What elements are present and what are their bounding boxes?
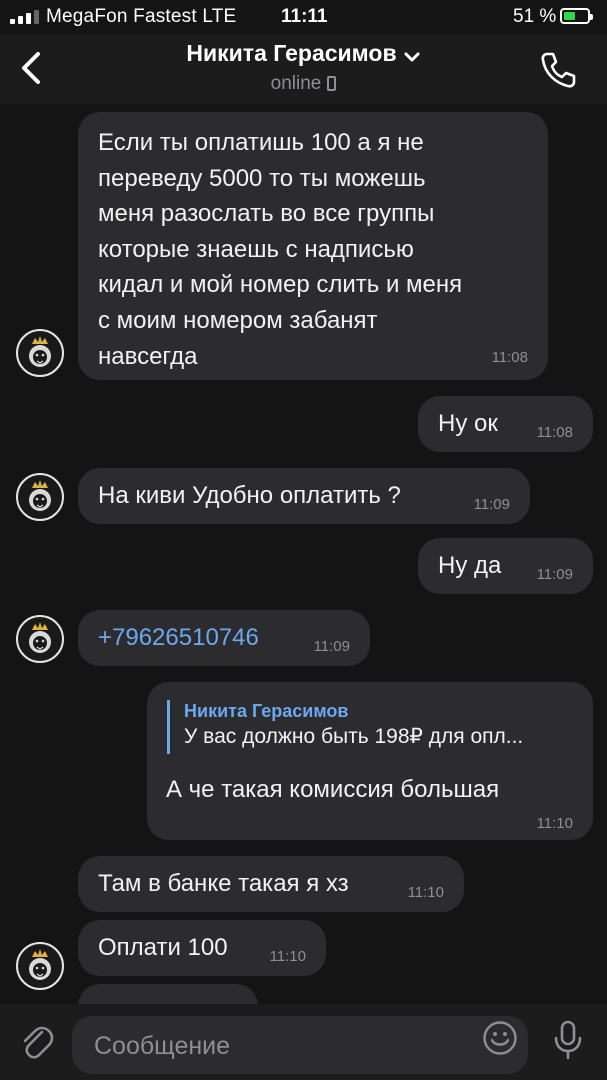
message-text: Ну да — [438, 552, 502, 579]
message-bubble-outgoing[interactable]: Никита Герасимов У вас должно быть 198₽ … — [147, 682, 593, 840]
message-line: Если ты оплатишь 100 а я не — [98, 129, 424, 156]
attachment-icon[interactable] — [18, 1022, 54, 1062]
message-bubble-outgoing[interactable]: Ну да 11:09 — [418, 538, 593, 594]
contact-avatar[interactable] — [16, 942, 64, 990]
battery-icon — [560, 8, 593, 24]
message-time: 11:08 — [536, 424, 573, 441]
signal-strength-icon — [10, 10, 39, 24]
message-text: Ну ок — [438, 410, 498, 437]
reply-author: Никита Герасимов — [184, 701, 349, 721]
message-bubble-incoming[interactable]: +79626510746 11:09 — [78, 610, 370, 666]
message-list[interactable]: Если ты оплатишь 100 а я не переведу 500… — [0, 104, 607, 1004]
message-line: переведу 5000 то ты можешь — [98, 164, 426, 192]
message-line: с моим номером забанят — [98, 306, 378, 334]
message-line: навсегда — [98, 342, 198, 370]
message-bubble-incoming[interactable] — [78, 984, 258, 1004]
lion-crown-icon — [29, 949, 51, 980]
message-time: 11:08 — [491, 349, 528, 366]
chat-title[interactable]: Никита Герасимов online — [0, 40, 607, 95]
dropdown-chevron-icon[interactable] — [403, 51, 421, 63]
message-line: которые знаешь с надписью — [98, 235, 414, 263]
contact-name[interactable]: Никита Герасимов — [186, 40, 396, 67]
battery-percent: 51 % — [513, 6, 557, 27]
message-time: 11:10 — [536, 815, 573, 832]
message-text: А че такая комиссия большая — [166, 776, 500, 803]
message-input-field[interactable] — [72, 1016, 528, 1074]
message-text: Там в банке такая я хз — [98, 870, 349, 897]
lion-crown-icon — [29, 336, 51, 367]
message-bubble-outgoing[interactable]: Ну ок 11:08 — [418, 396, 593, 452]
message-time: 11:09 — [536, 566, 573, 583]
message-bubble-incoming[interactable]: На киви Удобно оплатить ? 11:09 — [78, 468, 530, 524]
presence-text: online — [270, 73, 322, 94]
emoji-icon[interactable] — [482, 1020, 518, 1056]
contact-avatar[interactable] — [16, 615, 64, 663]
contact-avatar[interactable] — [16, 473, 64, 521]
chat-header: Никита Герасимов online — [0, 34, 607, 104]
message-bubble-incoming[interactable]: Если ты оплатишь 100 а я не переведу 500… — [78, 112, 548, 380]
reply-snippet: У вас должно быть 198₽ для опл... — [184, 725, 524, 748]
message-time: 11:09 — [473, 496, 510, 513]
message-line: меня разослать во все группы — [98, 200, 435, 228]
message-text: Оплати 100 — [98, 934, 228, 961]
status-bar: MegaFon Fastest LTE 11:11 51 % — [0, 0, 607, 34]
clock: 11:11 — [281, 6, 328, 27]
reply-quote[interactable]: Никита Герасимов У вас должно быть 198₽ … — [167, 700, 523, 754]
contact-avatar[interactable] — [16, 329, 64, 377]
message-text: На киви Удобно оплатить ? — [98, 482, 401, 509]
carrier-label: MegaFon Fastest LTE — [46, 6, 237, 27]
message-line: кидал и мой номер слить и меня — [98, 271, 463, 299]
presence-status: online — [0, 73, 607, 95]
phone-number-link[interactable]: +79626510746 — [98, 624, 259, 651]
lion-crown-icon — [29, 480, 51, 511]
lion-crown-icon — [29, 622, 51, 653]
phone-call-icon[interactable] — [538, 50, 578, 90]
microphone-icon[interactable] — [550, 1018, 586, 1062]
mobile-device-icon — [327, 76, 337, 91]
message-input[interactable] — [92, 1025, 476, 1067]
message-bubble-incoming[interactable]: Оплати 100 11:10 — [78, 920, 326, 976]
message-time: 11:09 — [313, 638, 350, 655]
message-time: 11:10 — [269, 948, 306, 965]
message-time: 11:10 — [407, 884, 444, 901]
message-bubble-incoming[interactable]: Там в банке такая я хз 11:10 — [78, 856, 464, 912]
